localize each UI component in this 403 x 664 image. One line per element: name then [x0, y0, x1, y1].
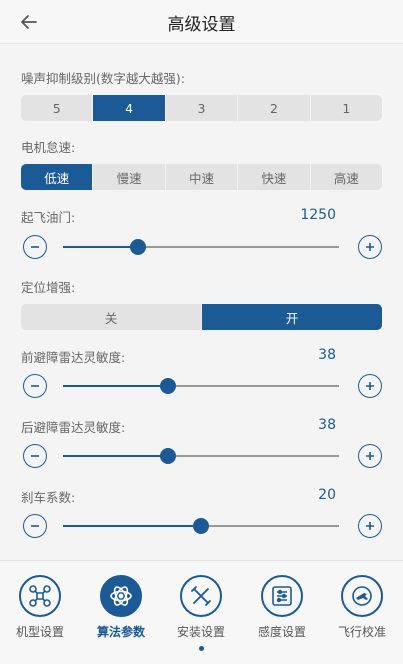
- brake-slider-row: [21, 513, 382, 539]
- algorithm-icon: [100, 575, 142, 617]
- drone-icon: [19, 575, 61, 617]
- plus-icon: [366, 382, 374, 390]
- positioning-toggle: 关 开: [21, 304, 382, 330]
- slider-fill: [63, 525, 201, 527]
- nav-label-calibration: 飞行校准: [337, 625, 386, 639]
- page-title: 高级设置: [167, 15, 236, 35]
- rear-radar-slider-row: [21, 443, 382, 469]
- noise-option-5[interactable]: 5: [21, 95, 94, 121]
- front-radar-slider[interactable]: [63, 378, 339, 394]
- brake-slider[interactable]: [63, 518, 339, 534]
- front-radar-value: 38: [318, 347, 336, 363]
- page-indicator-dot: [199, 646, 204, 651]
- slider-fill: [63, 246, 138, 248]
- calibration-icon: [341, 575, 383, 617]
- motor-idle-option-low[interactable]: 低速: [21, 164, 94, 190]
- takeoff-throttle-decrease-button[interactable]: [23, 235, 47, 259]
- rear-radar-slider[interactable]: [63, 448, 339, 464]
- front-radar-decrease-button[interactable]: [23, 374, 47, 398]
- slider-thumb[interactable]: [159, 378, 176, 394]
- brake-label: 刹车系数:: [21, 490, 76, 505]
- brake-value: 20: [318, 487, 336, 503]
- plus-icon: [366, 452, 374, 460]
- front-radar-slider-row: [21, 373, 382, 399]
- minus-icon: [31, 455, 39, 457]
- plus-icon: [366, 522, 374, 530]
- motor-idle-option-fast[interactable]: 快速: [238, 164, 311, 190]
- motor-idle-option-high[interactable]: 高速: [311, 164, 382, 190]
- motor-idle-option-slow[interactable]: 慢速: [93, 164, 166, 190]
- tools-icon: [180, 575, 222, 617]
- nav-item-calibration[interactable]: 飞行校准: [330, 575, 394, 640]
- front-radar-label: 前避障雷达灵敏度:: [21, 350, 126, 365]
- rear-radar-decrease-button[interactable]: [23, 444, 47, 468]
- motor-idle-option-medium[interactable]: 中速: [166, 164, 239, 190]
- front-radar-increase-button[interactable]: [358, 374, 382, 398]
- slider-thumb[interactable]: [193, 518, 209, 534]
- takeoff-throttle-value: 1250: [300, 207, 336, 223]
- positioning-label: 定位增强:: [21, 280, 76, 295]
- nav-label-sensitivity: 感度设置: [257, 625, 306, 639]
- nav-label-algorithm: 算法参数: [96, 625, 145, 639]
- motor-idle-selector: 低速 慢速 中速 快速 高速: [21, 164, 382, 190]
- rear-radar-increase-button[interactable]: [358, 444, 382, 468]
- positioning-option-off[interactable]: 关: [21, 304, 202, 330]
- settings-panel: 噪声抑制级别(数字越大越强): 5 4 3 2 1 电机怠速: 低速 慢速 中速…: [0, 44, 403, 560]
- nav-item-install[interactable]: 安装设置: [169, 575, 233, 640]
- noise-option-2[interactable]: 2: [238, 95, 311, 121]
- slider-thumb[interactable]: [129, 239, 146, 255]
- minus-icon: [31, 246, 39, 248]
- takeoff-throttle-label: 起飞油门:: [21, 210, 76, 225]
- nav-label-install: 安装设置: [176, 625, 225, 639]
- bottom-nav: 机型设置 算法参数 安装设置 感度设置 飞行校准: [0, 560, 403, 664]
- motor-idle-label: 电机怠速:: [21, 140, 76, 155]
- takeoff-throttle-slider[interactable]: [63, 239, 339, 255]
- brake-decrease-button[interactable]: [23, 514, 47, 538]
- minus-icon: [31, 525, 39, 527]
- slider-fill: [63, 385, 168, 387]
- noise-option-1[interactable]: 1: [311, 95, 382, 121]
- rear-radar-label: 后避障雷达灵敏度:: [21, 420, 126, 435]
- rear-radar-value: 38: [318, 417, 336, 433]
- positioning-option-on[interactable]: 开: [202, 304, 382, 330]
- nav-item-sensitivity[interactable]: 感度设置: [250, 575, 314, 640]
- noise-option-3[interactable]: 3: [166, 95, 239, 121]
- top-bar: 高级设置: [0, 0, 403, 44]
- nav-label-model: 机型设置: [15, 625, 64, 639]
- slider-fill: [63, 455, 168, 457]
- brake-increase-button[interactable]: [358, 514, 382, 538]
- takeoff-throttle-increase-button[interactable]: [358, 235, 382, 259]
- slider-thumb[interactable]: [159, 448, 176, 464]
- sliders-icon: [261, 575, 303, 617]
- noise-option-4[interactable]: 4: [93, 95, 166, 121]
- minus-icon: [31, 385, 39, 387]
- noise-level-selector: 5 4 3 2 1: [21, 95, 382, 121]
- takeoff-throttle-slider-row: [21, 234, 382, 260]
- nav-item-algorithm[interactable]: 算法参数: [89, 575, 153, 640]
- nav-item-model[interactable]: 机型设置: [8, 575, 72, 640]
- plus-icon: [366, 243, 374, 251]
- noise-level-label: 噪声抑制级别(数字越大越强):: [21, 71, 185, 86]
